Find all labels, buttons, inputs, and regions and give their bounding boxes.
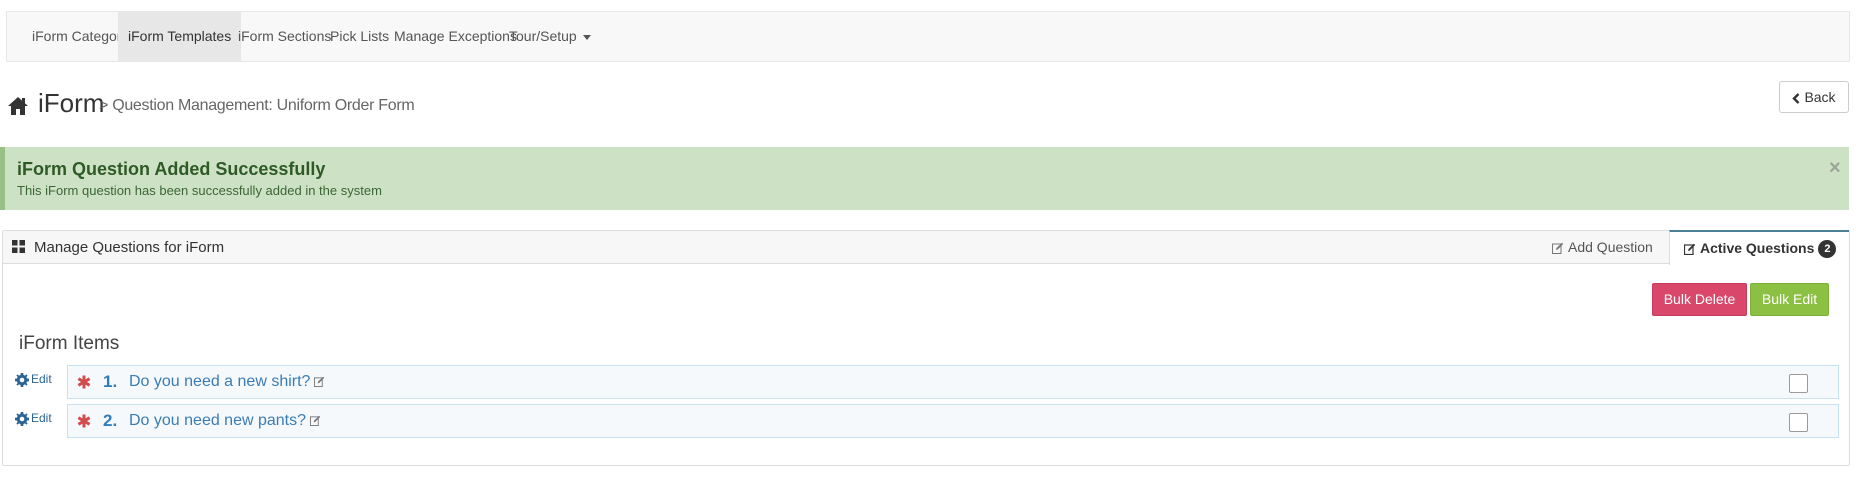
success-alert: iForm Question Added Successfully This i… <box>0 147 1849 210</box>
question-edit-label: Edit <box>31 372 52 386</box>
section-heading-iform-items: iForm Items <box>19 333 120 354</box>
grid-icon <box>12 240 25 253</box>
tab-add-question[interactable]: Add Question <box>1552 231 1670 264</box>
top-navbar: iForm Categories iForm Templates iForm S… <box>6 11 1850 62</box>
bulk-delete-button[interactable]: Bulk Delete <box>1652 283 1747 316</box>
edit-icon <box>1684 244 1696 256</box>
back-button-label: Back <box>1804 89 1836 105</box>
question-number: 1. <box>103 372 118 391</box>
edit-icon <box>314 376 325 388</box>
panel-title: Manage Questions for iForm <box>34 239 225 256</box>
bulk-edit-button[interactable]: Bulk Edit <box>1750 283 1829 316</box>
question-edit-link[interactable]: Edit <box>15 411 52 431</box>
back-button[interactable]: Back <box>1779 81 1849 113</box>
question-select-checkbox[interactable] <box>1789 374 1808 393</box>
nav-item-tour-setup-label: Tour/Setup <box>509 28 577 44</box>
edit-icon <box>1552 243 1564 255</box>
nav-item-iform-templates[interactable]: iForm Templates <box>118 12 242 61</box>
home-icon[interactable] <box>7 96 29 116</box>
manage-questions-panel: Manage Questions for iForm Add Question … <box>2 230 1850 466</box>
active-questions-count-badge: 2 <box>1818 240 1837 259</box>
question-edit-label: Edit <box>31 411 52 425</box>
question-text-link[interactable]: Do you need new pants? <box>129 412 321 430</box>
question-row: 1. Do you need a new shirt? <box>67 365 1839 399</box>
question-row: 2. Do you need new pants? <box>67 404 1839 438</box>
gear-icon <box>15 411 29 426</box>
tab-active-questions-label: Active Questions <box>1700 240 1815 256</box>
question-text: Do you need a new shirt? <box>129 373 311 390</box>
close-icon[interactable]: × <box>1829 157 1841 180</box>
gear-icon <box>15 372 29 387</box>
tab-active-questions[interactable]: Active Questions 2 <box>1669 230 1849 265</box>
tab-add-question-label: Add Question <box>1568 239 1653 255</box>
caret-down-icon <box>582 34 591 40</box>
required-asterisk-icon <box>77 414 91 428</box>
alert-title: iForm Question Added Successfully <box>17 159 326 179</box>
panel-heading: Manage Questions for iForm Add Question … <box>3 230 1849 265</box>
question-text-link[interactable]: Do you need a new shirt? <box>129 373 325 391</box>
edit-icon <box>310 415 321 427</box>
chevron-left-icon <box>1792 92 1800 104</box>
question-edit-link[interactable]: Edit <box>15 372 52 392</box>
required-asterisk-icon <box>77 375 91 389</box>
question-select-checkbox[interactable] <box>1789 413 1808 432</box>
alert-message: This iForm question has been successfull… <box>17 183 382 198</box>
page-title: iForm <box>38 88 105 118</box>
question-number: 2. <box>103 411 118 430</box>
question-text: Do you need new pants? <box>129 412 307 429</box>
page-subtitle: > Question Management: Uniform Order For… <box>99 97 415 114</box>
nav-item-tour-setup[interactable]: Tour/Setup <box>499 12 601 61</box>
